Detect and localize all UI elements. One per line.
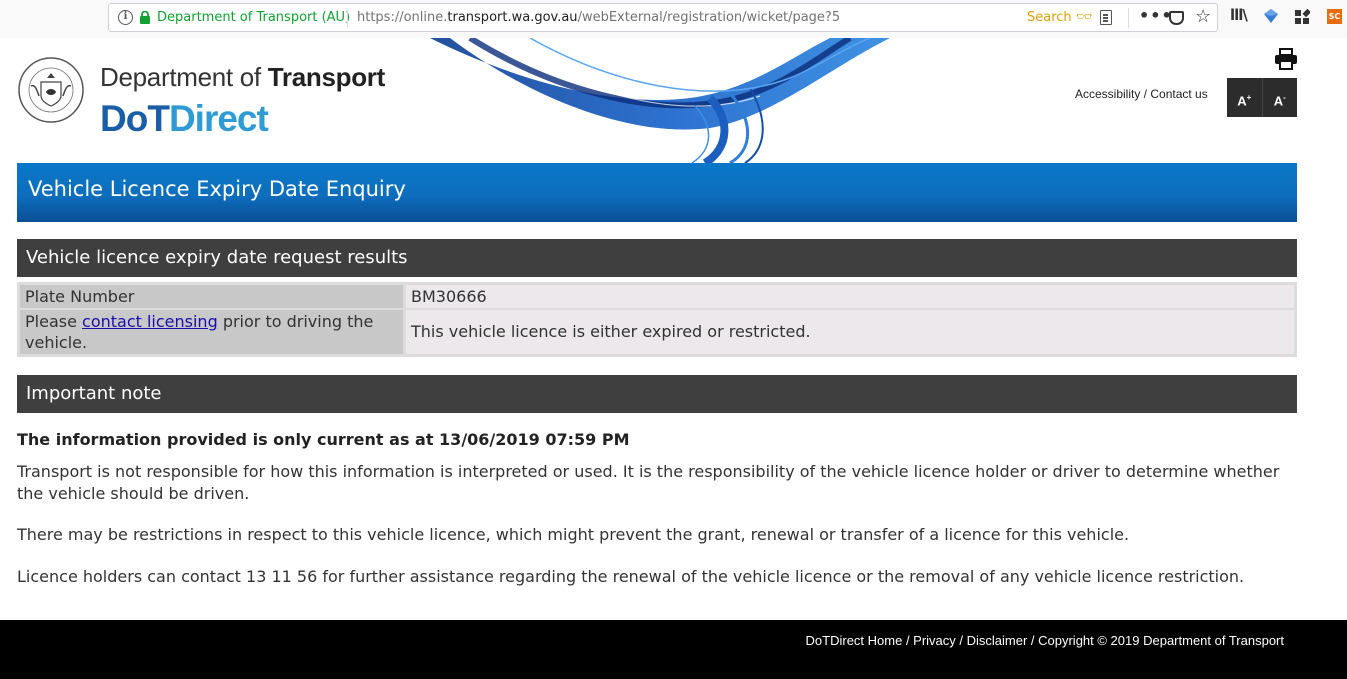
font-decrease-button[interactable]: A- [1261,78,1298,117]
plate-number-label: Plate Number [20,285,403,308]
glasses-icon: 👓︎ [1075,10,1093,25]
results-table: Plate Number BM30666 Please contact lice… [17,282,1297,357]
licence-status-value: This vehicle licence is either expired o… [406,310,1294,354]
information-currency-notice: The information provided is only current… [17,430,630,449]
font-decrease-sup: - [1283,93,1286,102]
url-divider-2 [1128,8,1129,28]
search-label: Search [1027,10,1072,25]
font-increase-label: A [1237,93,1247,109]
info-icon[interactable]: i [118,10,133,25]
accessibility-contact-links[interactable]: Accessibility / Contact us [1075,87,1208,101]
site-header: Department of Transport DoTDirect Access… [0,38,1347,163]
department-name-prefix: Department of [100,62,268,92]
dotdirect-logo[interactable]: DoTDirect [100,98,269,140]
department-name: Department of Transport [100,62,385,93]
status-label-pre: Please [25,312,83,331]
url-divider [347,8,348,28]
page-title: Vehicle Licence Expiry Date Enquiry [28,177,406,201]
status-label: Please contact licensing prior to drivin… [20,310,403,354]
extension-shield-icon[interactable] [1263,8,1279,24]
font-increase-button[interactable]: A+ [1227,78,1262,117]
address-bar[interactable]: i Department of Transport (AU) https://o… [108,3,1218,32]
page-title-bar: Vehicle Licence Expiry Date Enquiry [17,163,1297,222]
lock-icon[interactable] [139,11,151,24]
header-swoosh-graphic [430,38,890,163]
plate-number-value: BM30666 [406,285,1294,308]
search-engine-button[interactable]: Search 👓︎ [1027,10,1092,25]
note-paragraph-responsibility: Transport is not responsible for how thi… [17,462,1280,503]
site-identity[interactable]: Department of Transport (AU) [157,10,350,25]
bookmark-star-icon[interactable]: ☆ [1195,6,1211,27]
library-icon[interactable]: lll\ [1230,6,1248,24]
note-paragraph-contact: Licence holders can contact 13 11 56 for… [17,567,1245,586]
font-decrease-label: A [1273,93,1284,109]
logo-direct: Direct [168,98,269,139]
government-crest-logo [18,57,84,123]
pocket-icon[interactable] [1169,11,1184,25]
table-row-plate: Plate Number BM30666 [20,285,1294,308]
browser-toolbar: i Department of Transport (AU) https://o… [0,0,1347,38]
url-prefix: https://online. [357,10,448,25]
page-actions-menu-icon[interactable]: ••• [1139,6,1173,25]
url-text[interactable]: https://online.transport.wa.gov.au/webEx… [357,10,840,25]
print-icon[interactable] [1274,48,1298,70]
contact-licensing-link[interactable]: contact licensing [82,312,218,331]
url-domain: transport.wa.gov.au [447,10,578,25]
table-row-status: Please contact licensing prior to drivin… [20,310,1294,354]
site-footer: DoTDirect Home / Privacy / Disclaimer / … [0,620,1347,679]
department-name-bold: Transport [267,62,386,92]
footer-links[interactable]: DoTDirect Home / Privacy / Disclaimer / … [806,633,1284,648]
url-path: /webExternal/registration/wicket/page?5 [577,10,841,25]
results-heading: Vehicle licence expiry date request resu… [17,239,1297,277]
font-size-controls: A+ A- [1227,78,1297,117]
extensions-grid-icon[interactable] [1294,9,1310,25]
reader-view-icon[interactable] [1100,10,1112,25]
important-note-heading: Important note [17,375,1297,413]
font-increase-sup: + [1246,93,1252,102]
logo-dot: DoT [100,98,170,139]
extension-badge-icon[interactable]: SC [1327,9,1342,24]
note-paragraph-restrictions: There may be restrictions in respect to … [17,525,1130,544]
